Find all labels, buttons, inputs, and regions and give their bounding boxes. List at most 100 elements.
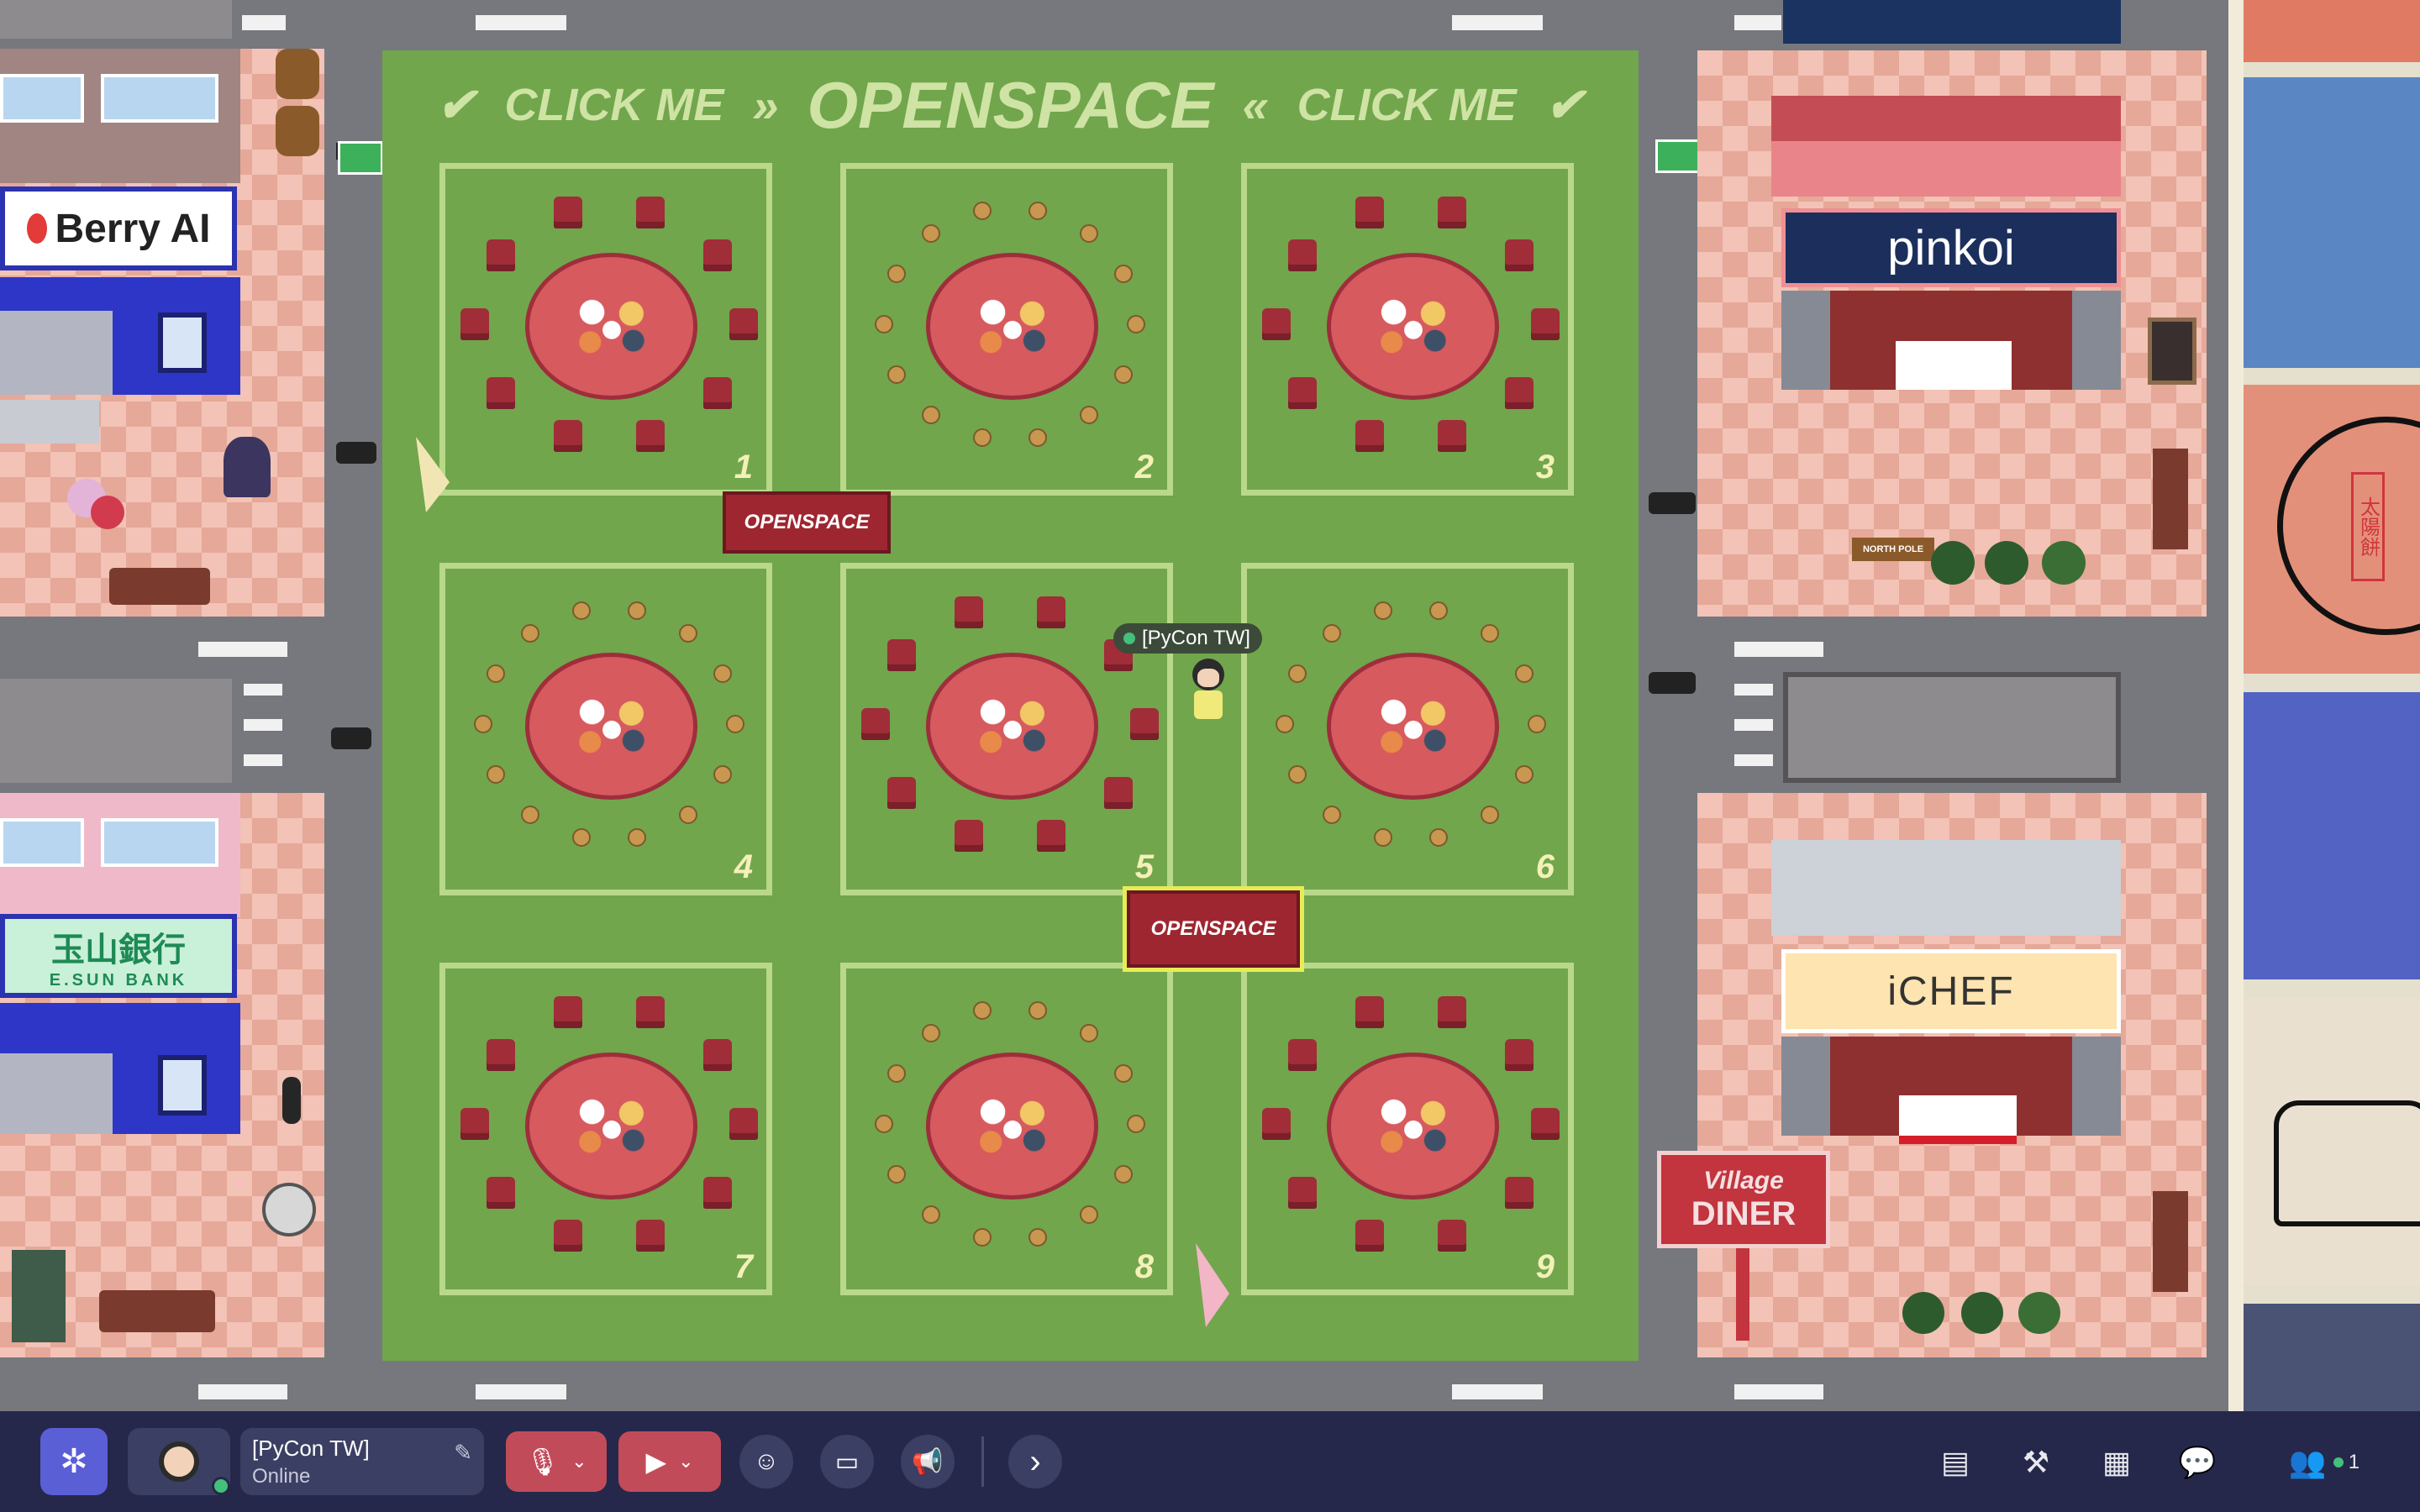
stool[interactable] xyxy=(486,664,505,684)
chair[interactable] xyxy=(703,1177,733,1210)
chair[interactable] xyxy=(553,196,582,228)
dining-table[interactable] xyxy=(1327,1053,1499,1200)
stool[interactable] xyxy=(1429,827,1449,847)
chair[interactable] xyxy=(553,420,582,453)
edit-pencil-icon[interactable]: ✎ xyxy=(454,1440,472,1466)
chair[interactable] xyxy=(1287,239,1317,271)
stool[interactable] xyxy=(1515,664,1534,684)
dining-table[interactable] xyxy=(525,1053,697,1200)
dining-table[interactable] xyxy=(1327,253,1499,400)
chair[interactable] xyxy=(954,820,983,853)
pinkoi-sign[interactable]: pinkoi xyxy=(1781,208,2121,287)
chair[interactable] xyxy=(1505,1038,1534,1071)
stool[interactable] xyxy=(1373,827,1392,847)
bench[interactable] xyxy=(109,568,210,605)
stool[interactable] xyxy=(1028,428,1048,447)
game-world[interactable]: Berry AI 玉山銀行 E.SUN BANK ✔ CLICK ME » OP… xyxy=(0,0,2420,1411)
zone-9[interactable]: 9 xyxy=(1241,963,1574,1295)
esun-bank-sign[interactable]: 玉山銀行 E.SUN BANK xyxy=(0,914,237,998)
stool[interactable] xyxy=(972,1001,992,1021)
stool[interactable] xyxy=(1528,715,1546,733)
stool[interactable] xyxy=(1079,224,1098,244)
stool[interactable] xyxy=(1287,764,1307,784)
zone-4[interactable]: 4 xyxy=(439,563,772,895)
bench[interactable] xyxy=(2153,449,2188,549)
dining-table[interactable] xyxy=(525,253,697,400)
click-me-right[interactable]: CLICK ME xyxy=(1297,79,1517,131)
stool[interactable] xyxy=(1480,624,1499,643)
stool[interactable] xyxy=(726,715,744,733)
chair[interactable] xyxy=(861,708,890,740)
emoji-button[interactable]: ☺ xyxy=(739,1435,793,1488)
microphone-toggle[interactable]: 🎙 ⌄ xyxy=(506,1431,607,1492)
stool[interactable] xyxy=(713,664,733,684)
chair[interactable] xyxy=(460,308,489,340)
stool[interactable] xyxy=(521,805,540,824)
ichef-sign[interactable]: iCHEF xyxy=(1781,949,2121,1033)
chair[interactable] xyxy=(703,1038,733,1071)
player-avatar[interactable] xyxy=(1187,659,1229,722)
chair[interactable] xyxy=(703,377,733,410)
chair[interactable] xyxy=(703,239,733,271)
chair[interactable] xyxy=(486,1038,515,1071)
stool[interactable] xyxy=(571,601,591,621)
zone-2[interactable]: 2 xyxy=(840,163,1173,496)
expand-button[interactable]: › xyxy=(1008,1435,1062,1488)
stool[interactable] xyxy=(1079,1024,1098,1043)
screen-share-button[interactable]: ▭ xyxy=(820,1435,874,1488)
openspace-sign[interactable]: OPENSPACE xyxy=(723,491,891,554)
openspace-sign-highlighted[interactable]: OPENSPACE xyxy=(1123,886,1304,972)
stool[interactable] xyxy=(922,405,941,424)
stool[interactable] xyxy=(1127,1115,1145,1133)
stool[interactable] xyxy=(922,224,941,244)
chair[interactable] xyxy=(1287,1177,1317,1210)
bench[interactable] xyxy=(99,1290,215,1332)
stool[interactable] xyxy=(972,202,992,221)
zone-8[interactable]: 8 xyxy=(840,963,1173,1295)
chair[interactable] xyxy=(1505,239,1534,271)
chair[interactable] xyxy=(886,638,916,671)
stool[interactable] xyxy=(678,805,697,824)
stool[interactable] xyxy=(1373,601,1392,621)
stool[interactable] xyxy=(886,265,906,284)
dining-table[interactable] xyxy=(1327,653,1499,800)
dining-table[interactable] xyxy=(926,1053,1098,1200)
stool[interactable] xyxy=(1323,624,1342,643)
stool[interactable] xyxy=(1323,805,1342,824)
stool[interactable] xyxy=(1114,1164,1134,1184)
chair[interactable] xyxy=(636,1220,666,1252)
street-clock[interactable] xyxy=(224,437,271,497)
chair[interactable] xyxy=(729,308,758,340)
chair[interactable] xyxy=(1104,777,1134,810)
dining-table[interactable] xyxy=(525,653,697,800)
stool[interactable] xyxy=(678,624,697,643)
user-status-panel[interactable]: [PyCon TW] Online ✎ xyxy=(240,1428,484,1495)
stool[interactable] xyxy=(972,1227,992,1247)
chair[interactable] xyxy=(1505,1177,1534,1210)
zone-6[interactable]: 6 xyxy=(1241,563,1574,895)
stool[interactable] xyxy=(1079,405,1098,424)
stool[interactable] xyxy=(922,1205,941,1224)
chair[interactable] xyxy=(1355,420,1384,453)
chair[interactable] xyxy=(1531,1108,1560,1140)
chair[interactable] xyxy=(1438,420,1467,453)
stool[interactable] xyxy=(1480,805,1499,824)
calendar-button[interactable]: ▦ xyxy=(2094,1440,2139,1485)
chair[interactable] xyxy=(1287,377,1317,410)
stool[interactable] xyxy=(1114,265,1134,284)
chair[interactable] xyxy=(486,1177,515,1210)
chair[interactable] xyxy=(1262,1108,1291,1140)
village-diner-sign[interactable]: Village DINER xyxy=(1657,1151,1830,1248)
chair[interactable] xyxy=(1130,708,1159,740)
stool[interactable] xyxy=(1028,1227,1048,1247)
chair[interactable] xyxy=(1438,196,1467,228)
participants-button[interactable]: 👥 1 xyxy=(2274,1440,2375,1485)
chair[interactable] xyxy=(1355,995,1384,1028)
vending-machine[interactable] xyxy=(12,1250,66,1342)
main-menu-button[interactable]: ✲ xyxy=(40,1428,108,1495)
build-button[interactable]: ⚒ xyxy=(2013,1440,2059,1485)
chair[interactable] xyxy=(636,995,666,1028)
stool[interactable] xyxy=(1515,764,1534,784)
stool[interactable] xyxy=(886,1164,906,1184)
chevron-down-icon[interactable]: ⌄ xyxy=(571,1451,587,1473)
